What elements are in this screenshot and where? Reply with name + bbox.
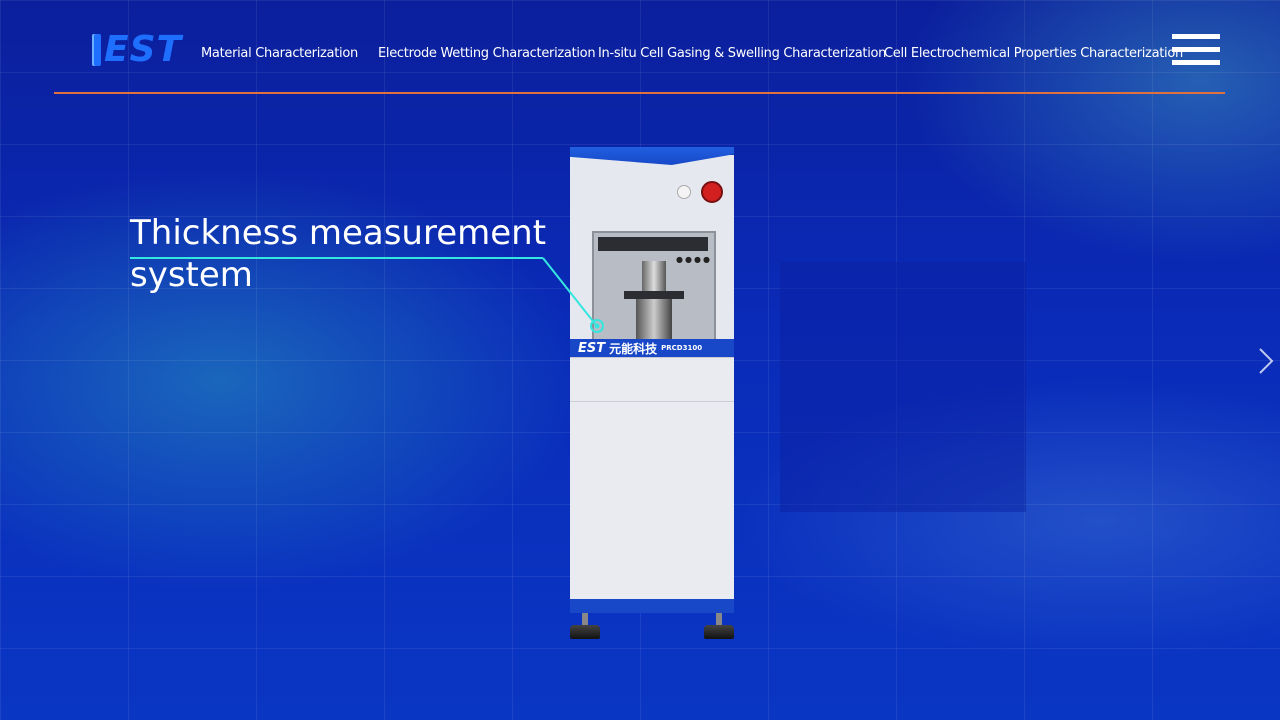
machine-upper-body: ●●●● bbox=[570, 155, 734, 345]
machine-emergency-stop-button bbox=[701, 181, 723, 203]
chevron-right-icon[interactable] bbox=[1256, 346, 1278, 376]
machine-measurement-window: ●●●● bbox=[592, 231, 716, 345]
machine-brand-logo: EST bbox=[578, 340, 606, 356]
iest-logo[interactable]: EST bbox=[92, 30, 182, 70]
prcd3100-machine-image: ●●●● EST 元能科技 PRCD3100 bbox=[570, 147, 734, 642]
machine-model: PRCD3100 bbox=[661, 344, 703, 352]
headline-line-2: system bbox=[130, 255, 253, 295]
machine-cabinet-seam bbox=[570, 401, 734, 402]
machine-foot-right bbox=[704, 613, 734, 639]
site-header: EST Material Characterization Electrode … bbox=[0, 0, 1280, 100]
background-panel bbox=[780, 262, 1026, 512]
feature-headline: Thickness measurement system bbox=[130, 212, 546, 296]
headline-line-1: Thickness measurement bbox=[130, 213, 547, 253]
nav-material-characterization[interactable]: Material Characterization bbox=[201, 46, 358, 61]
nav-cell-gasing-swelling[interactable]: In-situ Cell Gasing & Swelling Character… bbox=[598, 46, 886, 61]
logo-text: EST bbox=[104, 29, 183, 70]
machine-plate bbox=[624, 291, 684, 299]
nav-cell-electrochemical[interactable]: Cell Electrochemical Properties Characte… bbox=[884, 46, 1183, 61]
hamburger-menu-icon[interactable] bbox=[1172, 34, 1220, 68]
machine-window-top-bar bbox=[598, 237, 708, 251]
machine-brand-name: 元能科技 bbox=[609, 341, 658, 356]
nav-electrode-wetting[interactable]: Electrode Wetting Characterization bbox=[378, 46, 596, 61]
machine-indicator-dots: ●●●● bbox=[676, 255, 712, 264]
machine-brand-strip: EST 元能科技 PRCD3100 bbox=[570, 339, 734, 357]
header-divider bbox=[54, 92, 1225, 94]
machine-lower-cabinet bbox=[570, 357, 734, 600]
machine-stage bbox=[636, 299, 672, 339]
machine-power-button bbox=[677, 185, 691, 199]
machine-base bbox=[570, 599, 734, 613]
machine-foot-left bbox=[570, 613, 600, 639]
logo-mark bbox=[92, 34, 101, 66]
